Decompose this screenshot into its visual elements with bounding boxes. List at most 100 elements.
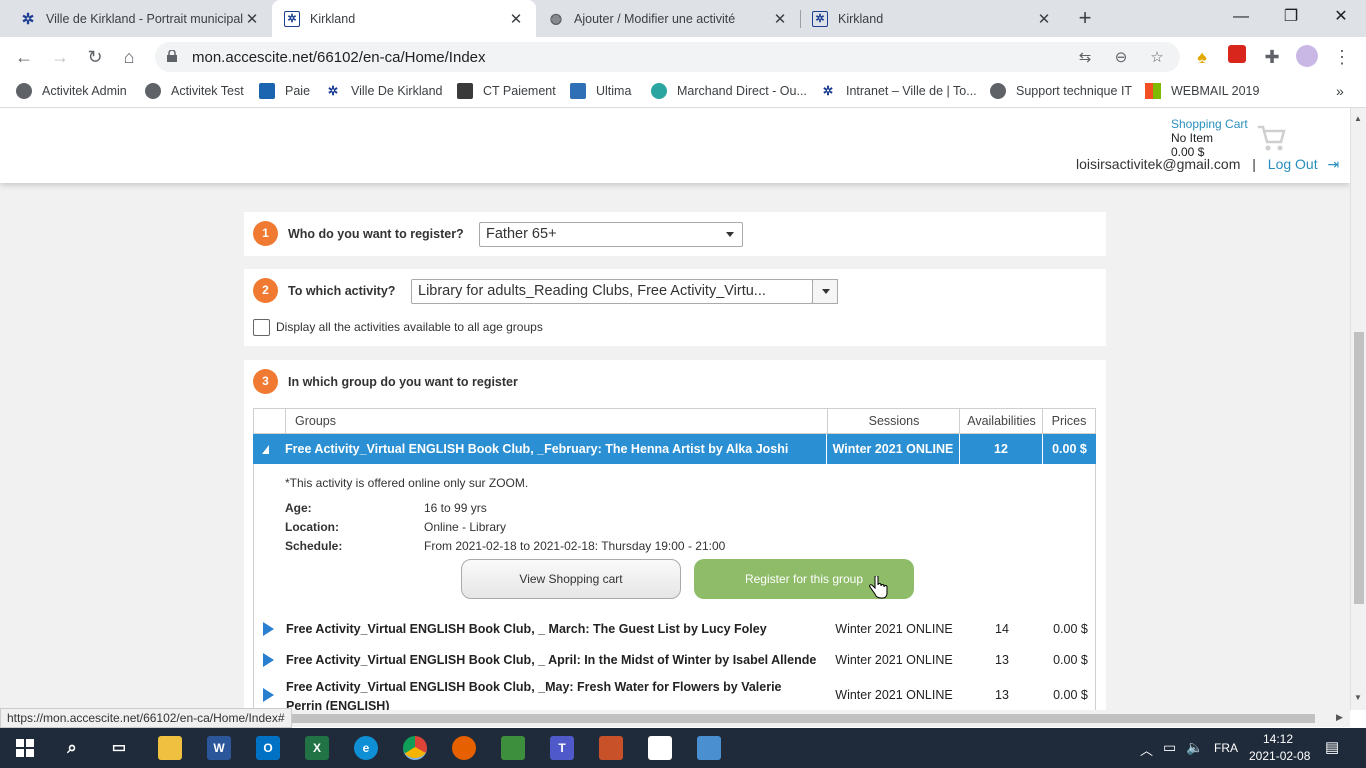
activity-select[interactable]: Library for adults_Reading Clubs, Free A… xyxy=(411,279,813,304)
outlook-icon[interactable]: O xyxy=(256,736,280,760)
table-row-selected[interactable]: Free Activity_Virtual ENGLISH Book Club,… xyxy=(253,434,1096,464)
close-window-button[interactable]: ✕ xyxy=(1316,0,1366,37)
network-icon[interactable]: ▭ xyxy=(1163,739,1176,756)
logout-link[interactable]: Log Out xyxy=(1268,156,1318,172)
column-header-prices[interactable]: Prices xyxy=(1042,409,1095,433)
zoom-icon[interactable]: ⊖ xyxy=(1111,48,1131,68)
tab-title: Kirkland xyxy=(838,11,884,26)
kirkland-logo-icon: ✲ xyxy=(822,84,834,98)
chrome-icon[interactable] xyxy=(403,736,427,760)
chevron-up-icon[interactable]: ︿ xyxy=(1140,740,1153,759)
app-icon[interactable] xyxy=(599,736,623,760)
firefox-icon[interactable] xyxy=(452,736,476,760)
scrollbar-thumb[interactable] xyxy=(290,714,1315,723)
all-age-groups-label: Display all the activities available to … xyxy=(276,320,543,334)
scroll-down-icon[interactable]: ▼ xyxy=(1354,693,1362,702)
reload-button[interactable]: ↻ xyxy=(83,45,107,69)
all-age-groups-checkbox[interactable] xyxy=(253,319,270,336)
address-bar[interactable]: mon.accescite.net/66102/en-ca/Home/Index… xyxy=(155,42,1180,72)
activity-dropdown-button[interactable] xyxy=(812,279,838,304)
edge-icon[interactable]: e xyxy=(354,736,378,760)
bookmark-label: Activitek Admin xyxy=(42,84,127,98)
column-header-sessions[interactable]: Sessions xyxy=(827,409,960,433)
group-session: Winter 2021 ONLINE xyxy=(835,688,953,702)
task-view-icon[interactable]: ▭ xyxy=(107,736,131,760)
cart-icon[interactable] xyxy=(1256,123,1286,153)
notification-icon[interactable]: ▤ xyxy=(1325,738,1339,756)
word-icon[interactable]: W xyxy=(207,736,231,760)
minimize-button[interactable]: — xyxy=(1216,0,1266,37)
table-row[interactable]: Free Activity_Virtual ENGLISH Book Club,… xyxy=(253,676,1096,710)
table-row[interactable]: Free Activity_Virtual ENGLISH Book Club,… xyxy=(253,645,1096,676)
bookmark-item[interactable]: Activitek Test xyxy=(145,83,244,99)
shopping-cart-link[interactable]: Shopping Cart xyxy=(1171,117,1248,131)
bookmark-item[interactable]: Marchand Direct - Ou... xyxy=(651,83,807,99)
logout-icon[interactable]: ⇥ xyxy=(1328,156,1340,172)
new-tab-button[interactable]: + xyxy=(1072,6,1098,32)
volume-icon[interactable]: 🔈 xyxy=(1186,739,1203,756)
scroll-up-icon[interactable]: ▲ xyxy=(1354,114,1362,123)
chevron-down-icon xyxy=(726,232,734,237)
back-button[interactable]: ← xyxy=(12,45,36,69)
bookmark-item[interactable]: Ultima xyxy=(570,83,631,99)
view-shopping-cart-button[interactable]: View Shopping cart xyxy=(461,559,681,599)
file-explorer-icon[interactable] xyxy=(158,736,182,760)
bookmark-item[interactable]: ✲ Ville De Kirkland xyxy=(325,83,443,99)
windows-start-icon[interactable] xyxy=(13,736,37,760)
age-value: 16 to 99 yrs xyxy=(424,501,487,515)
close-icon[interactable]: ✕ xyxy=(1036,10,1052,28)
bookmark-label: Ultima xyxy=(596,84,632,98)
star-icon[interactable]: ☆ xyxy=(1147,48,1167,68)
photos-icon[interactable] xyxy=(697,736,721,760)
column-header-availabilities[interactable]: Availabilities xyxy=(959,409,1043,433)
kirkland-logo-icon: ✲ xyxy=(327,84,339,98)
translate-icon[interactable]: ⇆ xyxy=(1075,48,1095,68)
forward-button[interactable]: → xyxy=(48,45,72,69)
participant-select[interactable]: Father 65+ xyxy=(479,222,743,247)
language-indicator[interactable]: FRA xyxy=(1214,741,1238,755)
location-value: Online - Library xyxy=(424,520,507,534)
collapse-triangle-icon[interactable] xyxy=(262,445,269,454)
expand-triangle-icon[interactable] xyxy=(263,622,274,636)
bookmark-label: Intranet – Ville de | To... xyxy=(846,84,977,98)
bookmark-item[interactable]: Activitek Admin xyxy=(16,83,127,99)
bookmark-item[interactable]: ✲ Intranet – Ville de | To... xyxy=(820,83,977,99)
restore-button[interactable]: ❐ xyxy=(1266,0,1316,37)
home-button[interactable]: ⌂ xyxy=(117,45,141,69)
expand-triangle-icon[interactable] xyxy=(263,653,274,667)
scroll-right-icon[interactable]: ▶ xyxy=(1336,712,1343,723)
close-icon[interactable]: ✕ xyxy=(508,10,524,28)
extension-icon[interactable]: ♠ xyxy=(1190,45,1214,69)
bookmark-item[interactable]: CT Paiement xyxy=(457,83,556,99)
excel-icon[interactable]: X xyxy=(305,736,329,760)
bookmark-label: CT Paiement xyxy=(483,84,556,98)
table-row[interactable]: Free Activity_Virtual ENGLISH Book Club,… xyxy=(253,614,1096,645)
app-icon[interactable] xyxy=(501,736,525,760)
puzzle-icon[interactable]: ✚ xyxy=(1260,45,1284,69)
cart-items: No Item xyxy=(1171,131,1214,145)
column-header-groups[interactable]: Groups xyxy=(285,409,828,433)
tab-3[interactable]: ◍ Ajouter / Modifier une activité ✕ xyxy=(536,0,800,37)
bookmark-item[interactable]: Support technique IT xyxy=(990,83,1132,99)
close-icon[interactable]: ✕ xyxy=(244,10,260,28)
search-icon[interactable]: ⌕ xyxy=(60,736,84,760)
document-icon[interactable] xyxy=(648,736,672,760)
tab-2[interactable]: ✲ Kirkland ✕ xyxy=(272,0,536,37)
tab-1[interactable]: ✲ Ville de Kirkland - Portrait municipal… xyxy=(8,0,272,37)
more-bookmarks-icon[interactable]: » xyxy=(1336,83,1344,99)
expand-triangle-icon[interactable] xyxy=(263,688,274,702)
step1-label: Who do you want to register? xyxy=(288,227,464,241)
clock-time[interactable]: 14:12 xyxy=(1263,732,1293,746)
menu-icon[interactable]: ⋮ xyxy=(1330,45,1354,69)
pdf-extension-icon[interactable] xyxy=(1225,45,1249,69)
scrollbar-thumb[interactable] xyxy=(1354,332,1364,604)
group-availability: 14 xyxy=(995,622,1009,636)
profile-avatar[interactable] xyxy=(1295,45,1319,69)
vertical-scrollbar[interactable]: ▲ ▼ xyxy=(1350,108,1366,710)
teams-icon[interactable]: T xyxy=(550,736,574,760)
tab-4[interactable]: ✲ Kirkland ✕ xyxy=(800,0,1064,37)
bookmark-item[interactable]: Paie xyxy=(259,83,310,99)
clock-date[interactable]: 2021-02-08 xyxy=(1249,749,1310,763)
bookmark-item[interactable]: WEBMAIL 2019 xyxy=(1145,83,1259,99)
close-icon[interactable]: ✕ xyxy=(772,10,788,28)
